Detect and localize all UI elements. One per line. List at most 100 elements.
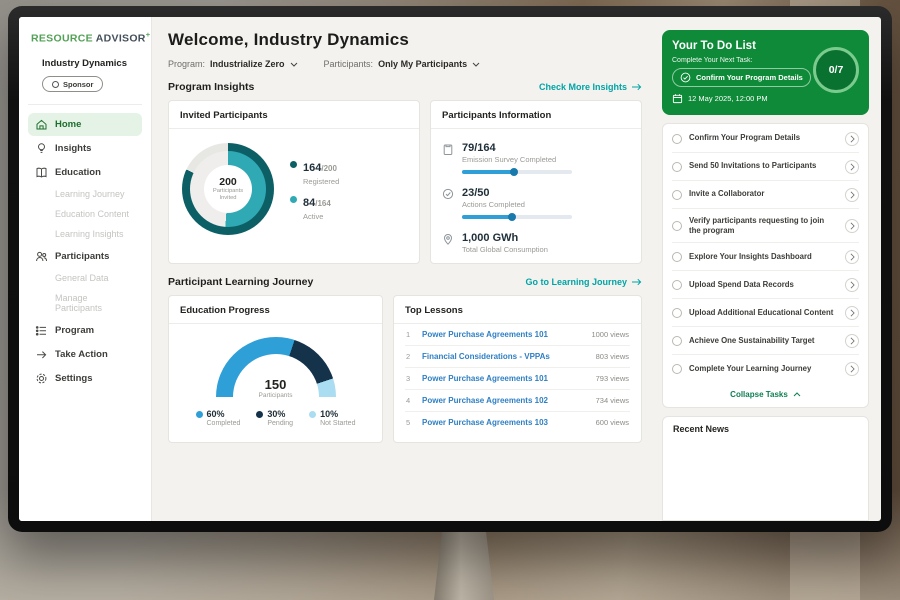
participants-dropdown[interactable]: Participants: Only My Participants [324, 59, 481, 69]
action-arrow-icon [35, 348, 48, 361]
chevron-right-icon[interactable] [845, 219, 859, 233]
sidebar-item-education[interactable]: Education [28, 161, 142, 184]
task-row-achieve-target[interactable]: Achieve One Sustainability Target [672, 327, 859, 355]
program-label: Program: [168, 59, 205, 69]
donut-center-label: Participants Invited [208, 188, 248, 202]
collapse-tasks-button[interactable]: Collapse Tasks [672, 382, 859, 407]
legend-item-active: 84/164 Active [290, 193, 339, 221]
card-title: Invited Participants [169, 101, 419, 129]
section-title: Program Insights [168, 81, 254, 93]
lesson-link[interactable]: Power Purchase Agreements 101 [422, 374, 588, 383]
todo-next-task[interactable]: Confirm Your Program Details [672, 68, 811, 87]
logo-primary: RESOURCE [31, 33, 93, 45]
task-checkbox[interactable] [672, 336, 682, 346]
invited-legend: 164/200 Registered 84/164 Active [290, 151, 339, 228]
legend-item-not-started: 10% Not Started [309, 409, 355, 427]
home-icon [35, 118, 48, 131]
task-row-upload-educational-content[interactable]: Upload Additional Educational Content [672, 299, 859, 327]
program-insights-section-header: Program Insights Check More Insights [168, 81, 642, 93]
task-row-send-invitations[interactable]: Send 50 Invitations to Participants [672, 153, 859, 181]
sidebar-item-home[interactable]: Home [28, 113, 142, 136]
task-row-explore-insights[interactable]: Explore Your Insights Dashboard [672, 243, 859, 271]
task-checkbox[interactable] [672, 190, 682, 200]
sidebar-item-general-data[interactable]: General Data [28, 269, 142, 288]
clipboard-icon [442, 143, 454, 156]
lesson-row[interactable]: 1 Power Purchase Agreements 101 1000 vie… [405, 324, 630, 346]
legend-item-pending: 30% Pending [256, 409, 293, 427]
chevron-down-icon [290, 62, 298, 67]
sidebar-item-learning-journey[interactable]: Learning Journey [28, 185, 142, 204]
task-checkbox[interactable] [672, 364, 682, 374]
todo-progress-ring: 0/7 [813, 47, 859, 93]
task-checkbox[interactable] [672, 280, 682, 290]
task-row-invite-collaborator[interactable]: Invite a Collaborator [672, 181, 859, 209]
chevron-up-icon [793, 392, 801, 397]
task-checkbox[interactable] [672, 252, 682, 262]
task-checkbox[interactable] [672, 308, 682, 318]
task-row-verify-participants[interactable]: Verify participants requesting to join t… [672, 209, 859, 243]
chevron-right-icon[interactable] [845, 334, 859, 348]
chevron-right-icon[interactable] [845, 188, 859, 202]
legend-item-registered: 164/200 Registered [290, 158, 339, 186]
task-row-upload-spend-data[interactable]: Upload Spend Data Records [672, 271, 859, 299]
lesson-link[interactable]: Power Purchase Agreements 101 [422, 330, 583, 339]
task-row-confirm-details[interactable]: Confirm Your Program Details [672, 125, 859, 153]
legend-dot-active [290, 196, 297, 203]
check-circle-icon [680, 72, 691, 83]
arrow-right-icon [631, 83, 642, 91]
chevron-right-icon[interactable] [845, 362, 859, 376]
task-checkbox[interactable] [672, 221, 682, 231]
chevron-right-icon[interactable] [845, 250, 859, 264]
org-name: Industry Dynamics [28, 58, 142, 69]
sidebar-item-label: Settings [55, 373, 92, 384]
chevron-right-icon[interactable] [845, 160, 859, 174]
calendar-icon [672, 93, 683, 104]
card-title: Top Lessons [394, 296, 641, 324]
app-logo: RESOURCE ADVISOR+ [28, 30, 142, 45]
lesson-link[interactable]: Financial Considerations - VPPAs [422, 352, 588, 361]
stat-global-consumption: 1,000 GWh Total Global Consumption [442, 232, 630, 254]
invited-participants-card: Invited Participants 200 Participants In… [168, 100, 420, 264]
sidebar-item-label: Home [55, 119, 81, 130]
lesson-link[interactable]: Power Purchase Agreements 102 [422, 396, 588, 405]
legend-dot-registered [290, 161, 297, 168]
chevron-right-icon[interactable] [845, 132, 859, 146]
monitor-stand [434, 528, 494, 600]
sponsor-badge[interactable]: Sponsor [42, 76, 103, 92]
go-to-learning-journey-link[interactable]: Go to Learning Journey [525, 277, 642, 287]
sidebar-item-learning-insights[interactable]: Learning Insights [28, 225, 142, 244]
todo-panel: Your To Do List Complete Your Next Task:… [657, 17, 881, 521]
sidebar-item-program[interactable]: Program [28, 319, 142, 342]
lesson-link[interactable]: Power Purchase Agreements 103 [422, 418, 588, 427]
legend-dot-pending [256, 411, 263, 418]
todo-task-list: Confirm Your Program Details Send 50 Inv… [662, 123, 869, 408]
recent-news-card: Recent News [662, 416, 869, 521]
learning-journey-section-header: Participant Learning Journey Go to Learn… [168, 276, 642, 288]
invited-donut-chart: 200 Participants Invited [182, 143, 274, 235]
task-row-complete-learning-journey[interactable]: Complete Your Learning Journey [672, 355, 859, 382]
lesson-row[interactable]: 3 Power Purchase Agreements 101 793 view… [405, 368, 630, 390]
emission-progress-bar [462, 170, 572, 174]
room-background: RESOURCE ADVISOR+ Industry Dynamics Spon… [0, 0, 900, 600]
lesson-row[interactable]: 4 Power Purchase Agreements 102 734 view… [405, 390, 630, 412]
check-more-insights-link[interactable]: Check More Insights [539, 82, 642, 92]
lesson-row[interactable]: 2 Financial Considerations - VPPAs 803 v… [405, 346, 630, 368]
task-checkbox[interactable] [672, 162, 682, 172]
sidebar-item-settings[interactable]: Settings [28, 367, 142, 390]
location-pin-icon [442, 233, 454, 246]
sponsor-label: Sponsor [63, 80, 93, 89]
education-gauge-chart: 150 Participants [216, 337, 336, 399]
sidebar-item-insights[interactable]: Insights [28, 137, 142, 160]
sidebar-item-education-content[interactable]: Education Content [28, 205, 142, 224]
sidebar-item-participants[interactable]: Participants [28, 245, 142, 268]
sidebar-item-manage-participants[interactable]: Manage Participants [28, 289, 142, 318]
chevron-down-icon [472, 62, 480, 67]
lesson-row[interactable]: 5 Power Purchase Agreements 103 600 view… [405, 412, 630, 433]
book-icon [35, 166, 48, 179]
sidebar-item-take-action[interactable]: Take Action [28, 343, 142, 366]
task-checkbox[interactable] [672, 134, 682, 144]
chevron-right-icon[interactable] [845, 306, 859, 320]
chevron-right-icon[interactable] [845, 278, 859, 292]
program-dropdown[interactable]: Program: Industrialize Zero [168, 59, 298, 69]
sponsor-icon [52, 81, 59, 88]
